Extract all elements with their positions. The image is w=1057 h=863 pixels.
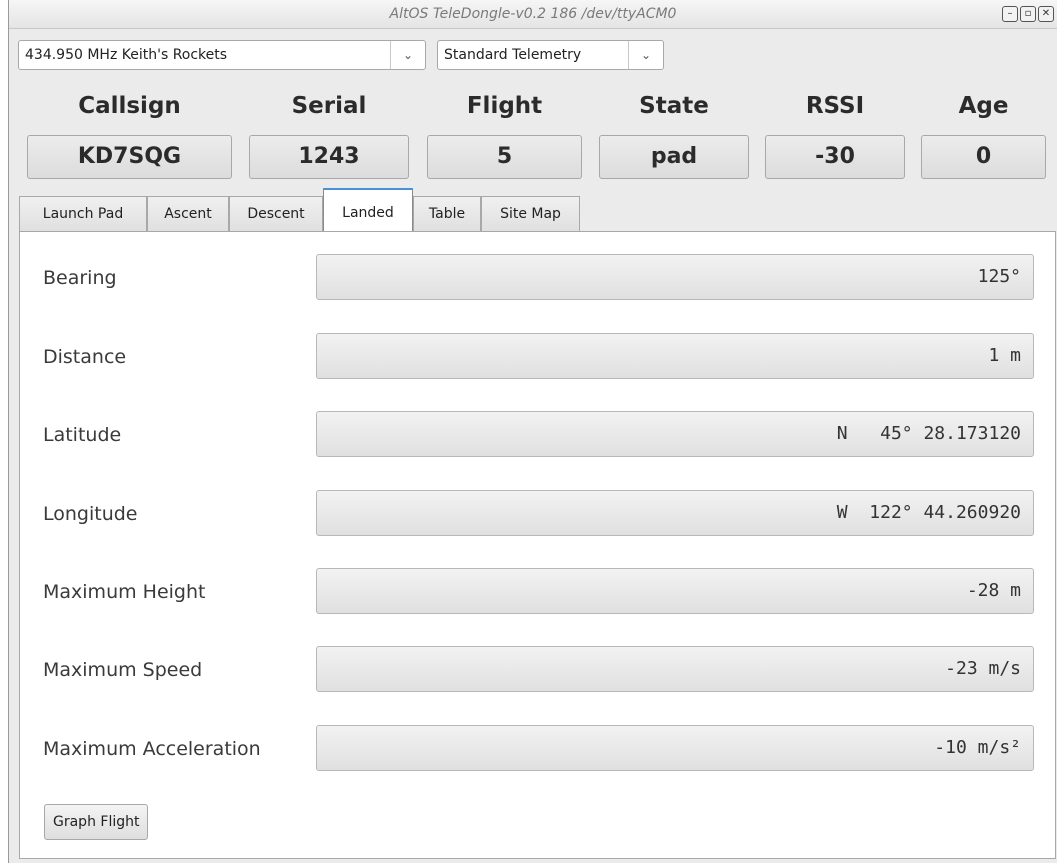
close-icon[interactable]: ✕ [1038,6,1054,22]
tab-landed[interactable]: Landed [323,188,413,232]
bearing-value: 125° [316,254,1034,300]
max-speed-label: Maximum Speed [43,659,203,681]
chevron-down-icon[interactable]: ⌄ [390,41,425,69]
landed-panel: Bearing 125° Distance 1 m Latitude N 45°… [19,231,1056,859]
max-height-label: Maximum Height [43,581,206,603]
minimize-icon[interactable]: – [1002,6,1018,22]
header-callsign: Callsign [78,93,181,119]
latitude-label: Latitude [43,424,122,446]
telemetry-select[interactable]: Standard Telemetry ⌄ [437,40,664,70]
title-bar[interactable]: AltOS TeleDongle-v0.2 186 /dev/ttyACM0 –… [9,0,1057,29]
age-value: 0 [921,135,1046,179]
longitude-value: W 122° 44.260920 [316,490,1034,536]
tab-launch-pad[interactable]: Launch Pad [19,196,147,231]
graph-flight-button[interactable]: Graph Flight [44,804,149,840]
max-height-value: -28 m [316,568,1034,614]
chevron-down-icon[interactable]: ⌄ [628,41,663,69]
window-title: AltOS TeleDongle-v0.2 186 /dev/ttyACM0 [389,6,677,22]
tab-descent[interactable]: Descent [229,196,323,231]
rssi-value: -30 [765,135,905,179]
state-value: pad [599,135,749,179]
header-state: State [639,93,709,119]
window-controls: – ▫ ✕ [1002,6,1054,22]
distance-value: 1 m [316,333,1034,379]
serial-value: 1243 [249,135,409,179]
header-flight: Flight [466,93,543,119]
distance-label: Distance [43,346,127,368]
latitude-value: N 45° 28.173120 [316,411,1034,457]
frequency-select[interactable]: 434.950 MHz Keith's Rockets ⌄ [18,40,426,70]
frequency-value: 434.950 MHz Keith's Rockets [25,47,228,63]
flight-value: 5 [427,135,582,179]
tab-site-map[interactable]: Site Map [481,196,580,231]
tab-ascent[interactable]: Ascent [147,196,229,231]
maximize-icon[interactable]: ▫ [1020,6,1036,22]
bearing-label: Bearing [43,267,117,289]
telemetry-value: Standard Telemetry [444,47,582,63]
max-speed-value: -23 m/s [316,646,1034,692]
callsign-value: KD7SQG [27,135,232,179]
max-acceleration-value: -10 m/s² [316,725,1034,771]
max-acceleration-label: Maximum Acceleration [43,738,261,760]
header-serial: Serial [291,93,367,119]
longitude-label: Longitude [43,503,138,525]
header-rssi: RSSI [805,93,865,119]
app-window: AltOS TeleDongle-v0.2 186 /dev/ttyACM0 –… [8,0,1057,863]
tab-table[interactable]: Table [413,196,481,231]
header-age: Age [958,93,1009,119]
